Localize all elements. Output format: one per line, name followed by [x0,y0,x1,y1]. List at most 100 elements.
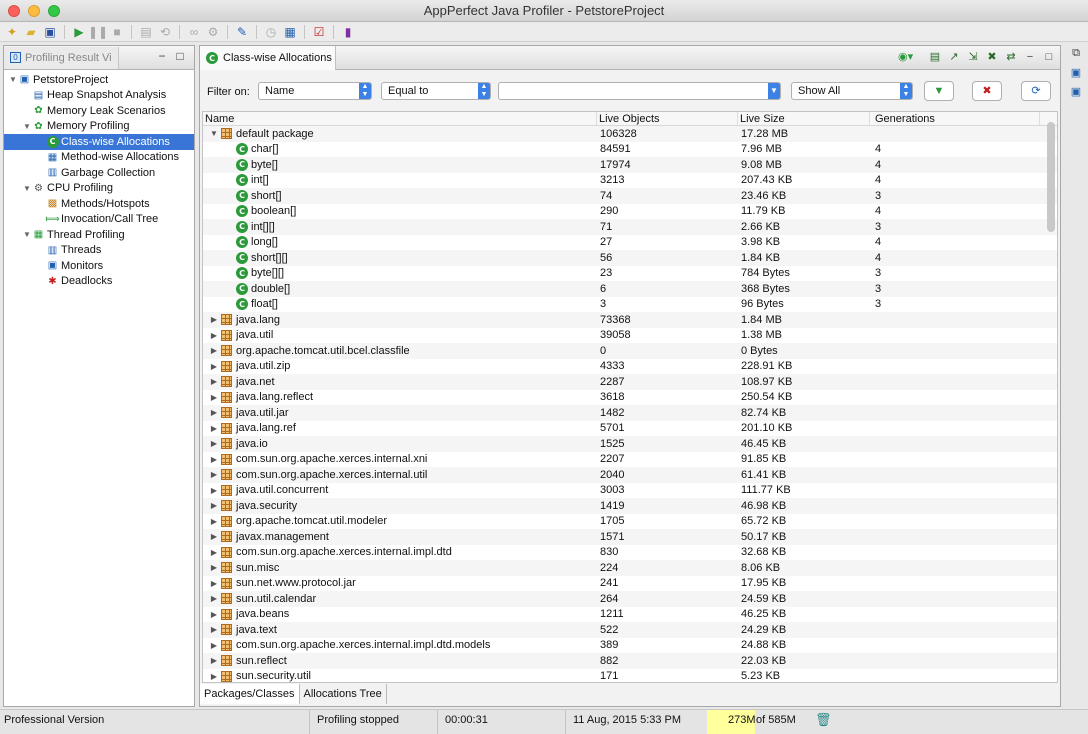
settings-icon[interactable]: ⚙ [205,24,221,40]
tab-packages-classes[interactable]: Packages/Classes [200,684,300,704]
class-wise-allocations-tab[interactable]: C Class-wise Allocations [200,46,336,70]
table-row[interactable]: ▶ sun.misc 224 8.06 KB [203,560,1057,576]
expand-icon[interactable]: ▶ [209,408,219,417]
table-row[interactable]: ▶ javax.management 1571 50.17 KB [203,529,1057,545]
collapse-icon[interactable]: ▼ [209,129,219,138]
expand-icon[interactable]: ▶ [209,610,219,619]
table-row[interactable]: ▶ com.sun.org.apache.xerces.internal.xni 2… [203,451,1057,467]
tree-item[interactable]: ▦ Method-wise Allocations [4,150,194,166]
tree-item[interactable]: ▼ ▦ Thread Profiling [4,227,194,243]
tree-item[interactable]: ▼ ✿ Memory Profiling [4,119,194,135]
table-row[interactable]: ▶ com.sun.org.apache.xerces.internal.util… [203,467,1057,483]
run-icon[interactable]: ▶ [71,24,87,40]
tree-item[interactable]: ▼ ⚙ CPU Profiling [4,181,194,197]
snapshot-icon[interactable]: ▤ [138,24,154,40]
table-row[interactable]: ▶ java.text 522 24.29 KB [203,622,1057,638]
expanded-icon[interactable]: ▼ [22,122,32,131]
table-row[interactable]: ▶ java.beans 1211 46.25 KB [203,606,1057,622]
tree-item[interactable]: ▥ Threads [4,243,194,259]
tree-item[interactable]: ✱ Deadlocks [4,274,194,290]
table-row[interactable]: ▶ com.sun.org.apache.xerces.internal.impl… [203,544,1057,560]
expanded-icon[interactable]: ▼ [8,75,18,84]
expand-icon[interactable]: ▶ [209,517,219,526]
table-row[interactable]: Cint[] 3213 207.43 KB 4 [203,172,1057,188]
table-row[interactable]: ▶ com.sun.org.apache.xerces.internal.impl… [203,637,1057,653]
table-row[interactable]: ▶ java.util.concurrent 3003 111.77 KB [203,482,1057,498]
expand-icon[interactable]: ▶ [209,424,219,433]
tree-item[interactable]: C Class-wise Allocations [4,134,194,150]
table-row[interactable]: Cbyte[][] 23 784 Bytes 3 [203,265,1057,281]
refresh-menu-icon[interactable]: ◉▾ [898,50,913,64]
clock-icon[interactable]: ◷ [263,24,279,40]
minimize-window-button[interactable] [28,5,40,17]
table-row[interactable]: ▶ org.apache.tomcat.util.bcel.classfile 0 0… [203,343,1057,359]
tab-allocations-tree[interactable]: Allocations Tree [300,684,387,704]
profiling-result-tab[interactable]: 0 Profiling Result Vi − □ [4,46,194,70]
expanded-icon[interactable]: ▼ [22,184,32,193]
expand-icon[interactable]: ▶ [209,362,219,371]
column-header-live-size[interactable]: Live Size [738,112,870,125]
close-window-button[interactable] [8,5,20,17]
table-row[interactable]: Cint[][] 71 2.66 KB 3 [203,219,1057,235]
vertical-scrollbar[interactable] [1047,122,1055,232]
book-icon[interactable]: ▮ [340,24,356,40]
console-view-icon[interactable]: ▣ [1071,66,1081,79]
chart-export-icon[interactable]: ↗ [947,50,961,64]
column-header-name[interactable]: Name [203,112,597,125]
expand-icon[interactable]: ▶ [209,563,219,572]
gc-icon[interactable]: ⟲ [157,24,173,40]
table-row[interactable]: Cdouble[] 6 368 Bytes 3 [203,281,1057,297]
tree-item[interactable]: ▩ Methods/Hotspots [4,196,194,212]
table-row[interactable]: ▶ sun.security.util 171 5.23 KB [203,668,1057,682]
binoculars-icon[interactable]: ∞ [186,24,202,40]
expand-icon[interactable]: ▶ [209,470,219,479]
expand-icon[interactable]: ▶ [209,331,219,340]
clear-filter-button[interactable]: ✖ [972,81,1002,101]
table-row[interactable]: ▶ java.util 39058 1.38 MB [203,327,1057,343]
table-row[interactable]: ▶ sun.reflect 882 22.03 KB [203,653,1057,669]
table-row[interactable]: ▶ java.net 2287 108.97 KB [203,374,1057,390]
expand-icon[interactable]: ▶ [209,532,219,541]
expand-icon[interactable]: ▶ [209,455,219,464]
maximize-view-button[interactable]: □ [174,50,186,62]
properties-view-icon[interactable]: ▣ [1071,85,1081,98]
table-row[interactable]: Cboolean[] 290 11.79 KB 4 [203,203,1057,219]
table-row[interactable]: ▶ sun.util.calendar 264 24.59 KB [203,591,1057,607]
filter-value-combo[interactable]: ▼ [498,82,781,100]
pause-icon[interactable]: ❚❚ [88,24,108,40]
table-row[interactable]: ▶ java.io 1525 46.45 KB [203,436,1057,452]
tree-item[interactable]: ✿ Memory Leak Scenarios [4,103,194,119]
restore-icon[interactable]: ⧉ [1072,47,1080,60]
expand-icon[interactable]: ▶ [209,548,219,557]
table-row[interactable]: Clong[] 27 3.98 KB 4 [203,234,1057,250]
apply-filter-button[interactable]: ▼ [924,81,954,101]
expand-icon[interactable]: ▶ [209,377,219,386]
export-icon[interactable]: ▤ [928,50,942,64]
zoom-window-button[interactable] [48,5,60,17]
column-header-live-objects[interactable]: Live Objects [597,112,738,125]
show-filter-select[interactable]: Show All ▲ ▼ [791,82,913,100]
expand-icon[interactable]: ▶ [209,439,219,448]
table-row[interactable]: ▶ org.apache.tomcat.util.modeler 1705 65.72… [203,513,1057,529]
expand-icon[interactable]: ▶ [209,594,219,603]
table-row[interactable]: ▼ default package 106328 17.28 MB [203,126,1057,142]
table-row[interactable]: Cshort[][] 56 1.84 KB 4 [203,250,1057,266]
table-row[interactable]: ▶ java.util.jar 1482 82.74 KB [203,405,1057,421]
checklist-icon[interactable]: ☑ [311,24,327,40]
trash-gc-icon[interactable]: 🗑 [815,710,832,734]
tree-item[interactable]: ▤ Heap Snapshot Analysis [4,88,194,104]
minimize-view-button[interactable]: − [156,50,168,62]
expand-icon[interactable]: ▶ [209,393,219,402]
expand-icon[interactable]: ▶ [209,579,219,588]
expand-icon[interactable]: ▶ [209,346,219,355]
expand-icon[interactable]: ▶ [209,656,219,665]
refresh-button[interactable]: ⟳ [1021,81,1051,101]
csv-export-icon[interactable]: ⇲ [966,50,980,64]
new-icon[interactable]: ✦ [4,24,20,40]
expanded-icon[interactable]: ▼ [22,230,32,239]
expand-icon[interactable]: ▶ [209,315,219,324]
tree-item[interactable]: ▣ Monitors [4,258,194,274]
excel-export-icon[interactable]: ✖ [985,50,999,64]
filter-operator-select[interactable]: Equal to ▲ ▼ [381,82,491,100]
stop-icon[interactable]: ■ [109,24,125,40]
